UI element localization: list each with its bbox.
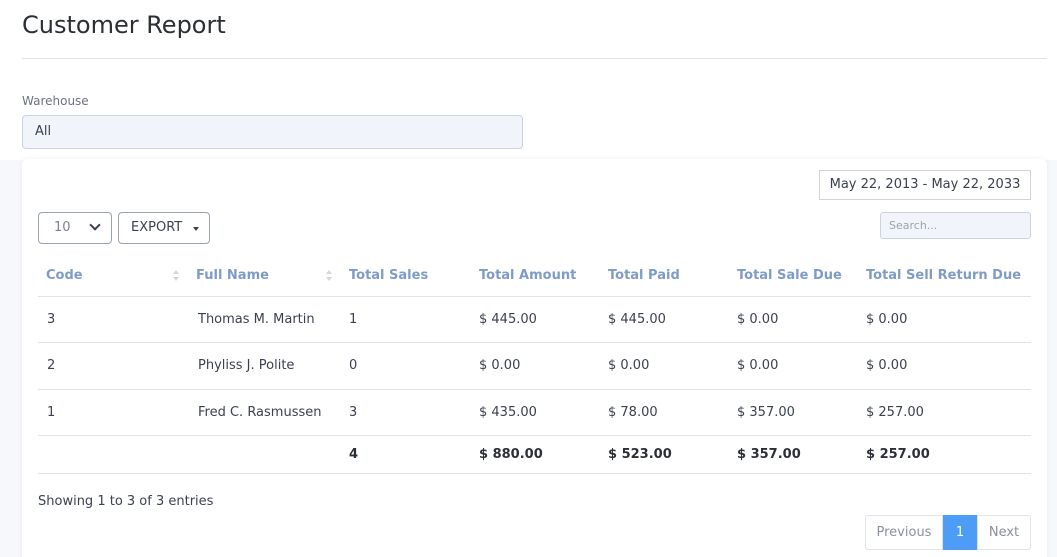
header-code[interactable]: Code	[38, 256, 188, 297]
page-length-select[interactable]: 10	[38, 212, 112, 244]
search-input[interactable]	[880, 212, 1031, 239]
pagination-page-1[interactable]: 1	[943, 515, 977, 550]
entries-info: Showing 1 to 3 of 3 entries	[38, 494, 214, 509]
cell-code: 2	[38, 342, 188, 390]
sort-icon	[173, 270, 180, 282]
table-header-row: Code Full Name Total Sales Total Amount …	[38, 256, 1031, 297]
header-total-amount: Total Amount	[471, 256, 600, 297]
cell-total-sale-due: $ 0.00	[729, 342, 858, 390]
header-total-sell-return-due: Total Sell Return Due	[858, 256, 1031, 297]
cell-full-name: Fred C. Rasmussen	[188, 389, 341, 436]
cell-code: 3	[38, 296, 188, 343]
header-code-label: Code	[46, 268, 83, 284]
header-total-paid: Total Paid	[600, 256, 729, 297]
cell-total-sales: 0	[341, 342, 471, 390]
cell-full-name: Phyliss J. Polite	[188, 342, 341, 390]
export-button[interactable]: EXPORT	[118, 212, 210, 244]
title-divider	[22, 58, 1047, 59]
pagination: Previous 1 Next	[865, 515, 1031, 550]
cell-total-paid: $ 0.00	[600, 342, 729, 390]
customer-report-table: Code Full Name Total Sales Total Amount …	[38, 256, 1031, 474]
pagination-previous[interactable]: Previous	[865, 515, 943, 550]
cell-code: 1	[38, 389, 188, 436]
cell-total-sale-due: $ 357.00	[729, 389, 858, 436]
warehouse-label: Warehouse	[22, 94, 89, 108]
cell-total-sales: 3	[341, 389, 471, 436]
total-sell-return-due-sum: $ 257.00	[858, 435, 1031, 474]
cell-total-sell-return-due: $ 0.00	[858, 296, 1031, 343]
header-total-sales: Total Sales	[341, 256, 471, 297]
header-full-name-label: Full Name	[196, 268, 269, 284]
caret-down-icon	[193, 227, 199, 231]
table-row: 1 Fred C. Rasmussen 3 $ 435.00 $ 78.00 $…	[38, 389, 1031, 436]
header-full-name[interactable]: Full Name	[188, 256, 341, 297]
totals-row: 4 $ 880.00 $ 523.00 $ 357.00 $ 257.00	[38, 435, 1031, 474]
chevron-down-icon	[89, 219, 101, 231]
cell-total-sale-due: $ 0.00	[729, 296, 858, 343]
total-paid-sum: $ 523.00	[600, 435, 729, 474]
warehouse-select[interactable]: All	[22, 115, 523, 149]
cell-full-name: Thomas M. Martin	[188, 296, 341, 343]
cell-total-sell-return-due: $ 257.00	[858, 389, 1031, 436]
table-row: 2 Phyliss J. Polite 0 $ 0.00 $ 0.00 $ 0.…	[38, 342, 1031, 390]
table-row: 3 Thomas M. Martin 1 $ 445.00 $ 445.00 $…	[38, 296, 1031, 343]
cell-total-paid: $ 445.00	[600, 296, 729, 343]
cell-total-sales: 1	[341, 296, 471, 343]
cell-total-amount: $ 0.00	[471, 342, 600, 390]
export-label: EXPORT	[131, 220, 183, 235]
page-length-value: 10	[54, 220, 71, 235]
total-sales-sum: 4	[341, 435, 471, 474]
report-card: May 22, 2013 - May 22, 2033 10 EXPORT Co…	[22, 159, 1047, 557]
total-amount-sum: $ 880.00	[471, 435, 600, 474]
page-title: Customer Report	[22, 11, 226, 39]
cell-total-empty	[188, 435, 341, 474]
cell-total-paid: $ 78.00	[600, 389, 729, 436]
date-range-picker[interactable]: May 22, 2013 - May 22, 2033	[819, 170, 1031, 200]
cell-total-sell-return-due: $ 0.00	[858, 342, 1031, 390]
total-sale-due-sum: $ 357.00	[729, 435, 858, 474]
sort-icon	[326, 270, 333, 282]
cell-total-amount: $ 445.00	[471, 296, 600, 343]
header-total-sale-due: Total Sale Due	[729, 256, 858, 297]
cell-total-empty	[38, 435, 188, 474]
pagination-next[interactable]: Next	[977, 515, 1031, 550]
cell-total-amount: $ 435.00	[471, 389, 600, 436]
